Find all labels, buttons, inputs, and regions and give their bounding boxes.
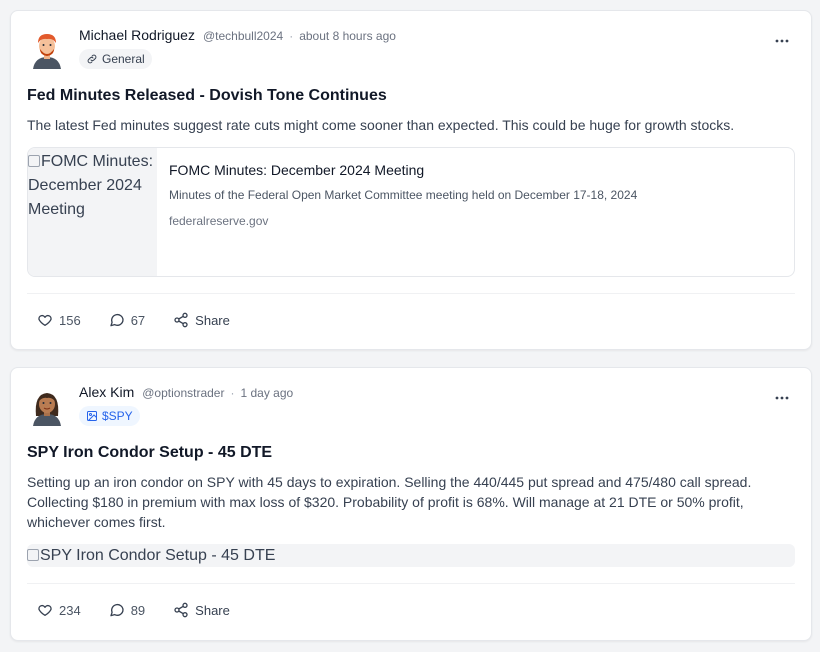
link-preview-image-alt: FOMC Minutes: December 2024 Meeting	[28, 153, 154, 218]
post-actions: 156 67 Share	[37, 310, 258, 330]
ticker-tag-label: $SPY	[102, 409, 133, 423]
share-button[interactable]: Share	[173, 312, 230, 328]
share-button[interactable]: Share	[173, 602, 230, 618]
author-name[interactable]: Michael Rodriguez	[79, 27, 195, 43]
separator-dot: ·	[289, 29, 294, 43]
link-icon	[87, 54, 97, 64]
comment-count: 89	[130, 602, 146, 618]
comment-count: 67	[130, 312, 146, 328]
heart-icon	[38, 604, 52, 616]
post-header: Alex Kim @optionstrader · 1 day ago $SPY	[27, 382, 795, 428]
like-button[interactable]: 156	[37, 312, 81, 328]
category-tag[interactable]: General	[79, 49, 152, 69]
more-options-button[interactable]	[771, 33, 793, 49]
avatar[interactable]	[27, 29, 67, 69]
comment-icon	[110, 313, 124, 327]
post-actions: 234 89 Share	[37, 600, 258, 620]
like-button[interactable]: 234	[37, 602, 81, 618]
share-label: Share	[195, 602, 230, 618]
share-icon	[174, 602, 188, 618]
comment-icon	[110, 603, 124, 617]
broken-image-icon	[27, 549, 39, 561]
divider	[27, 583, 795, 584]
post-image[interactable]: SPY Iron Condor Setup - 45 DTE	[27, 544, 795, 567]
ticker-tag[interactable]: $SPY	[79, 406, 140, 426]
comment-button[interactable]: 67	[109, 312, 145, 328]
divider	[27, 293, 795, 294]
post-body: Setting up an iron condor on SPY with 45…	[27, 474, 752, 530]
link-preview-image: FOMC Minutes: December 2024 Meeting	[28, 148, 157, 276]
avatar[interactable]	[27, 386, 67, 426]
author-handle[interactable]: @techbull2024	[203, 29, 283, 43]
ellipsis-horizontal-icon	[775, 396, 789, 400]
more-options-button[interactable]	[771, 390, 793, 406]
post-body: The latest Fed minutes suggest rate cuts…	[27, 117, 735, 133]
link-preview-title[interactable]: FOMC Minutes: December 2024 Meeting	[169, 162, 637, 178]
post-header: Michael Rodriguez @techbull2024 · about …	[27, 25, 795, 71]
link-preview-description: Minutes of the Federal Open Market Commi…	[169, 188, 638, 202]
post-timestamp: 1 day ago	[240, 386, 294, 400]
ellipsis-horizontal-icon	[775, 39, 789, 43]
comment-button[interactable]: 89	[109, 602, 145, 618]
heart-icon	[38, 314, 52, 326]
broken-image-icon	[28, 155, 40, 167]
category-tag-label: General	[102, 52, 145, 66]
share-icon	[174, 312, 188, 328]
post-title[interactable]: Fed Minutes Released - Dovish Tone Conti…	[27, 87, 387, 105]
author-handle[interactable]: @optionstrader	[142, 386, 224, 400]
post-timestamp: about 8 hours ago	[299, 29, 396, 43]
post-title[interactable]: SPY Iron Condor Setup - 45 DTE	[27, 444, 272, 462]
post-image-alt: SPY Iron Condor Setup - 45 DTE	[40, 547, 276, 564]
share-label: Share	[195, 312, 230, 328]
post-card: Alex Kim @optionstrader · 1 day ago $SPY…	[10, 367, 812, 641]
author-name[interactable]: Alex Kim	[79, 384, 134, 400]
post-card: Michael Rodriguez @techbull2024 · about …	[10, 10, 812, 350]
like-count: 156	[59, 312, 81, 328]
like-count: 234	[59, 602, 81, 618]
separator-dot: ·	[230, 386, 235, 400]
post-feed: Michael Rodriguez @techbull2024 · about …	[0, 0, 820, 652]
link-preview-domain: federalreserve.gov	[169, 214, 269, 228]
link-preview-card[interactable]: FOMC Minutes: December 2024 Meeting FOMC…	[27, 147, 795, 277]
image-icon	[87, 411, 97, 421]
